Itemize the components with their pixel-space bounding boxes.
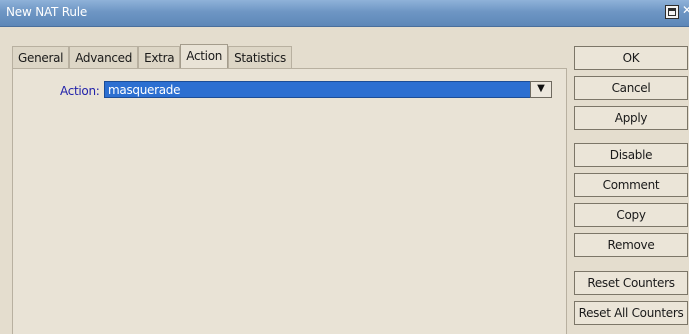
tab-strip: General Advanced Extra Action Statistics [12,44,292,69]
remove-button[interactable]: Remove [574,233,688,257]
maximize-icon[interactable] [665,5,679,19]
title-bar: New NAT Rule ✕ [0,0,689,27]
action-select-value: masquerade [108,83,181,97]
tab-statistics[interactable]: Statistics [228,46,292,68]
action-label: Action: [60,84,100,98]
dropdown-arrow-icon[interactable]: ▼ [530,81,552,98]
cancel-button[interactable]: Cancel [574,76,688,100]
reset-counters-button[interactable]: Reset Counters [574,271,688,295]
nat-rule-window: New NAT Rule ✕ General Advanced Extra Ac… [0,0,689,334]
disable-button[interactable]: Disable [574,143,688,167]
close-icon[interactable]: ✕ [682,3,689,17]
tab-action[interactable]: Action [180,44,229,69]
copy-button[interactable]: Copy [574,203,688,227]
action-tab-panel [12,68,567,334]
comment-button[interactable]: Comment [574,173,688,197]
tab-general[interactable]: General [12,46,70,68]
window-title: New NAT Rule [6,5,88,19]
ok-button[interactable]: OK [574,46,688,70]
tab-extra[interactable]: Extra [138,46,181,68]
tab-advanced[interactable]: Advanced [69,46,139,68]
reset-all-counters-button[interactable]: Reset All Counters [574,301,688,325]
action-select[interactable]: masquerade [104,81,552,98]
apply-button[interactable]: Apply [574,106,688,130]
